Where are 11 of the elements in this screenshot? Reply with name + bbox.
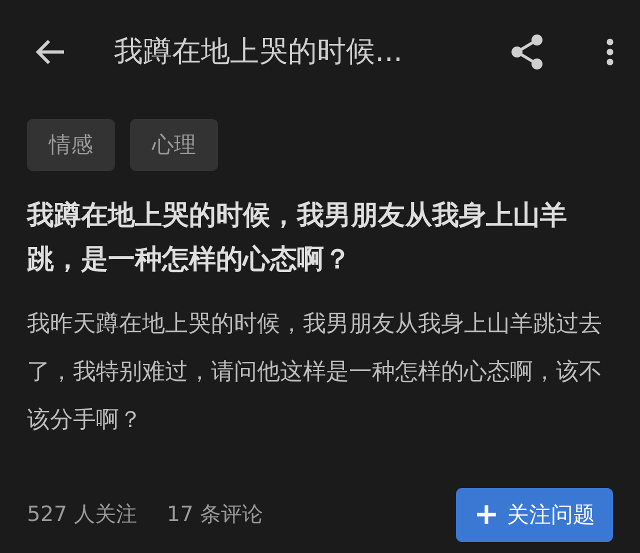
tag[interactable]: 心理 [130, 119, 218, 171]
share-icon[interactable] [510, 34, 544, 70]
question-body: 我昨天蹲在地上哭的时候，我男朋友从我身上山羊跳过去了，我特别难过，请问他这样是一种怎样的心态啊，该不该分手啊？ [26, 310, 603, 435]
tag[interactable]: 情感 [27, 119, 115, 171]
stat-text: 527 人关注 [27, 501, 137, 528]
page-title: 我蹲在地上哭的时候... [114, 33, 403, 70]
stat-text: 17 条评论 [166, 501, 264, 528]
question-title: 我蹲在地上哭的时候，我男朋友从我身上山羊跳，是一种怎样的心态啊？ [26, 199, 568, 277]
back-icon[interactable] [34, 38, 66, 66]
follow-question-button[interactable]: + 关注问题 [456, 488, 613, 542]
more-icon[interactable] [606, 38, 614, 66]
